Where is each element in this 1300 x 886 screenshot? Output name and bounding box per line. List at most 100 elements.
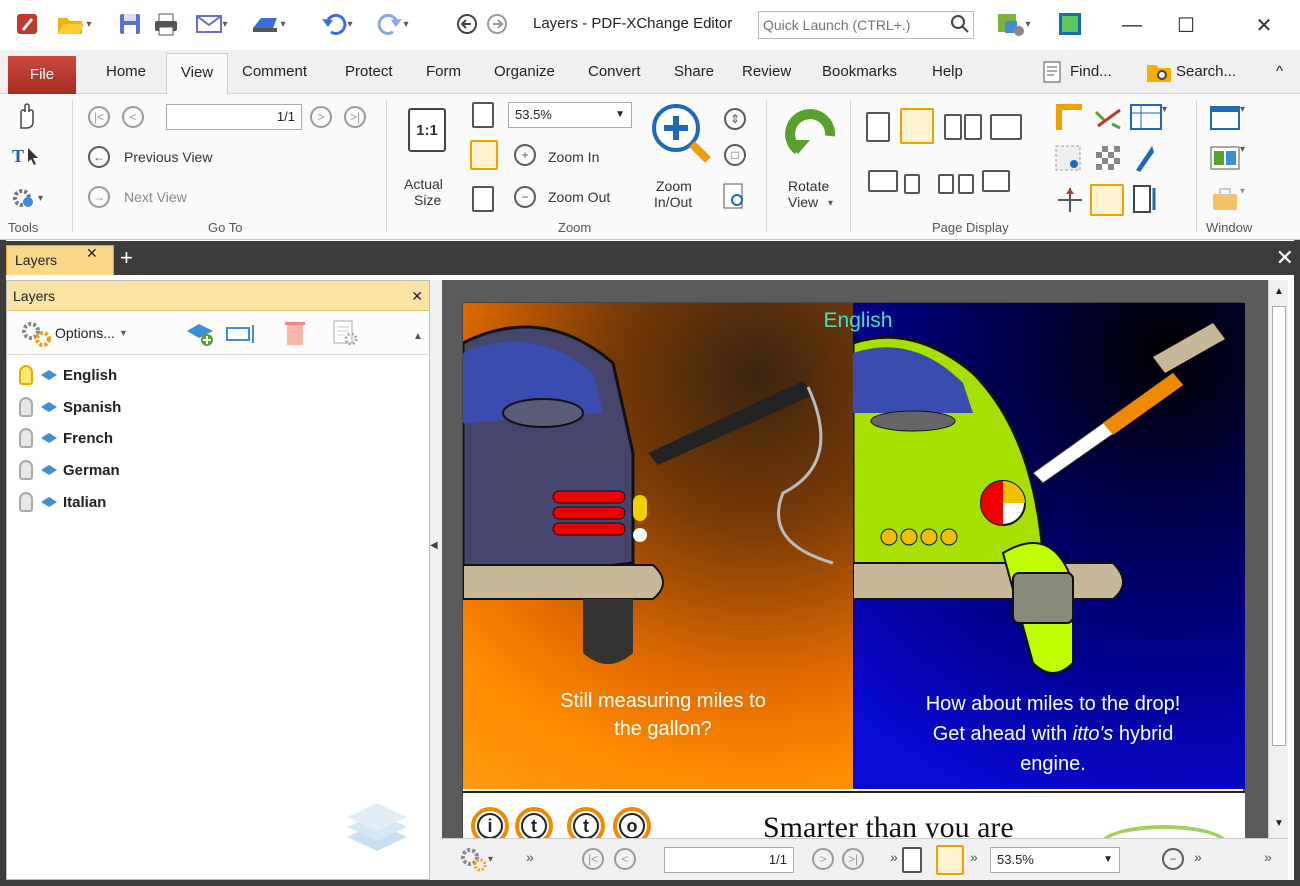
continuous-page-icon[interactable] <box>900 108 934 144</box>
zoom-in-out-label-1[interactable]: Zoom <box>656 178 692 194</box>
page-gap-icon[interactable] <box>868 170 898 192</box>
next-view-button[interactable]: Next View <box>124 189 187 205</box>
page-layout-more-icon[interactable] <box>982 170 1010 192</box>
rulers-icon[interactable] <box>1054 102 1084 135</box>
collapse-toolbar-icon[interactable]: ▲ <box>413 331 423 342</box>
status-zoom-select[interactable]: 53.5% ▼ <box>990 847 1120 873</box>
split-view-icon[interactable] <box>990 114 1022 140</box>
single-page-icon[interactable] <box>902 847 922 873</box>
minimize-icon[interactable]: — <box>1112 10 1152 40</box>
layer-properties-icon[interactable] <box>331 319 359 350</box>
close-document-icon[interactable]: ✕ <box>1276 245 1294 271</box>
page-two-icon[interactable] <box>958 174 974 194</box>
first-page-icon[interactable]: |< <box>88 106 110 128</box>
new-tab-icon[interactable]: + <box>120 245 133 271</box>
tab-form[interactable]: Form <box>426 58 461 86</box>
layer-item-english[interactable]: English <box>19 361 117 389</box>
add-layer-icon[interactable] <box>185 321 217 350</box>
status-options-button[interactable]: ▾ <box>458 845 493 873</box>
previous-view-icon[interactable]: ← <box>88 146 110 168</box>
zoom-level-select[interactable]: 53.5% ▼ <box>508 102 632 128</box>
next-page-icon[interactable]: > <box>812 848 834 870</box>
next-view-icon[interactable]: → <box>88 186 110 208</box>
measure-icon[interactable] <box>1094 106 1124 133</box>
layer-item-german[interactable]: German <box>19 456 120 484</box>
layer-visible-bulb-icon[interactable] <box>19 365 33 385</box>
rotate-view-label-2[interactable]: View <box>788 194 818 210</box>
page-number-display-icon[interactable] <box>938 174 954 194</box>
prev-page-icon[interactable]: < <box>122 106 144 128</box>
last-page-icon[interactable]: >| <box>842 848 864 870</box>
close-window-icon[interactable]: ✕ <box>1244 10 1284 40</box>
workspace-icon[interactable]: ▾ <box>1210 186 1245 212</box>
chevron-down-icon[interactable]: ▾ <box>828 198 833 209</box>
page-number-field[interactable]: 1/1 <box>166 104 302 130</box>
search-icon[interactable] <box>950 14 970 37</box>
layer-hidden-bulb-icon[interactable] <box>19 397 33 417</box>
tab-help[interactable]: Help <box>932 58 963 86</box>
save-icon[interactable] <box>114 10 146 38</box>
pane-splitter[interactable]: ◀ <box>430 280 442 880</box>
last-page-icon[interactable]: >| <box>344 106 366 128</box>
line-weight-icon[interactable] <box>1132 184 1160 217</box>
continuous-page-icon[interactable] <box>936 845 964 875</box>
email-icon[interactable]: ▾ <box>186 10 238 38</box>
zoom-to-selection-icon[interactable]: □ <box>724 144 746 166</box>
overflow-chevron-icon[interactable]: » <box>526 849 534 865</box>
actual-size-label-1[interactable]: Actual <box>404 176 443 192</box>
delete-layer-icon[interactable] <box>283 319 307 350</box>
overflow-chevron-icon[interactable]: » <box>970 849 978 865</box>
layer-item-spanish[interactable]: Spanish <box>19 393 121 421</box>
tab-view[interactable]: View <box>166 53 228 95</box>
search-button[interactable]: Search... <box>1146 58 1236 86</box>
collapse-pane-icon[interactable]: ◀ <box>430 540 438 551</box>
facing-continuous-icon[interactable] <box>964 114 982 140</box>
zoom-out-icon[interactable]: − <box>1162 848 1184 870</box>
quick-launch-input[interactable] <box>758 11 974 39</box>
status-page-field[interactable]: 1/1 <box>664 847 794 873</box>
tab-home[interactable]: Home <box>106 58 146 86</box>
maximize-icon[interactable]: ☐ <box>1166 10 1206 40</box>
layer-hidden-bulb-icon[interactable] <box>19 460 33 480</box>
overflow-chevron-icon[interactable]: » <box>1264 849 1272 865</box>
document-tab[interactable]: Layers <box>6 245 114 275</box>
fit-visible-icon[interactable] <box>472 186 494 212</box>
actual-size-label-2[interactable]: Size <box>414 192 441 208</box>
select-text-tool-icon[interactable]: T <box>12 144 42 171</box>
new-window-icon[interactable]: ▾ <box>1210 104 1245 130</box>
scroll-up-icon[interactable]: ▲ <box>1274 286 1284 297</box>
previous-view-button[interactable]: Previous View <box>124 149 212 165</box>
overflow-chevron-icon[interactable]: » <box>890 849 898 865</box>
options-button[interactable]: Options... ▾ <box>19 319 126 347</box>
prev-page-icon[interactable]: < <box>614 848 636 870</box>
zoom-step-icon[interactable]: ⇕ <box>724 108 746 130</box>
overflow-chevron-icon[interactable]: » <box>1194 849 1202 865</box>
redo-icon[interactable]: ▾ <box>368 10 418 38</box>
print-icon[interactable] <box>150 10 182 38</box>
tab-organize[interactable]: Organize <box>494 58 555 86</box>
single-page-icon[interactable] <box>866 112 890 142</box>
layer-item-french[interactable]: French <box>19 424 113 452</box>
tile-windows-icon[interactable]: ▾ <box>1210 144 1245 170</box>
crosshair-icon[interactable] <box>1056 186 1084 217</box>
hand-tool-icon[interactable] <box>14 102 38 133</box>
rotate-view-icon[interactable] <box>784 106 840 165</box>
tab-bookmarks[interactable]: Bookmarks <box>822 58 897 86</box>
fullscreen-icon[interactable] <box>1056 10 1084 38</box>
zoom-in-icon[interactable]: + <box>514 144 536 166</box>
forward-nav-icon[interactable] <box>484 10 510 38</box>
back-nav-icon[interactable] <box>454 10 480 38</box>
tab-protect[interactable]: Protect <box>345 58 393 86</box>
tab-review[interactable]: Review <box>742 58 791 86</box>
color-icon[interactable] <box>1132 144 1156 175</box>
scan-icon[interactable]: ▾ <box>240 10 296 38</box>
next-page-icon[interactable]: > <box>310 106 332 128</box>
zoom-in-out-icon[interactable] <box>650 102 712 171</box>
zoom-in-button[interactable]: Zoom In <box>548 149 599 165</box>
tab-share[interactable]: Share <box>674 58 714 86</box>
find-button[interactable]: Find... <box>1042 58 1112 86</box>
customize-toolbar-icon[interactable]: ▾ <box>986 10 1042 38</box>
transparency-grid-icon[interactable] <box>1094 144 1122 175</box>
grid-icon[interactable]: ▾ <box>1130 104 1167 130</box>
tab-file[interactable]: File <box>8 56 76 94</box>
